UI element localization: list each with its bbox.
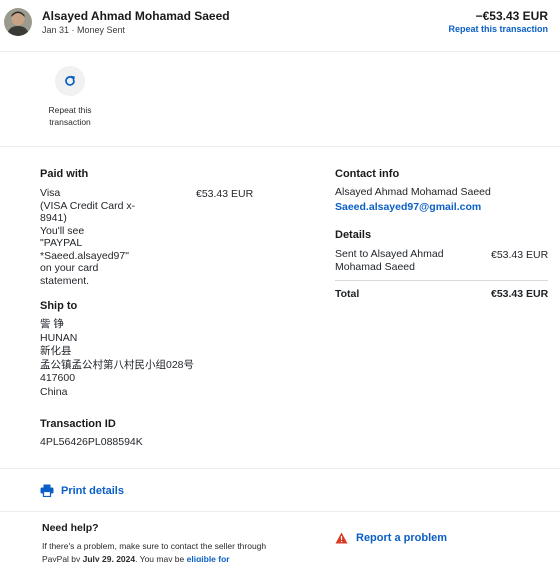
shipping-address: 訾 铮 HUNAN 新化县 孟公镇孟公村第八村民小组028号 417600 Ch… [40, 318, 195, 398]
printer-icon [40, 484, 54, 497]
total-divider [335, 280, 548, 281]
repeat-transaction-button[interactable]: Repeat this transaction [40, 66, 100, 128]
transaction-amount: −€53.43 EUR [475, 9, 548, 23]
contact-info-title: Contact info [335, 168, 400, 180]
warning-icon [335, 532, 348, 544]
contact-name: Alsayed Ahmad Mohamad Saeed [335, 186, 491, 198]
print-details-button[interactable]: Print details [40, 484, 124, 497]
repeat-button-circle[interactable] [55, 66, 85, 96]
transaction-subtitle: Jan 31 · Money Sent [42, 25, 126, 35]
contact-email-link[interactable]: Saeed.alsayed97@gmail.com [335, 201, 481, 214]
help-text: If there's a problem, make sure to conta… [42, 540, 272, 562]
ship-to-title: Ship to [40, 300, 78, 312]
paid-amount: €53.43 EUR [196, 188, 254, 200]
divider [0, 511, 560, 512]
report-problem-label: Report a problem [356, 532, 448, 544]
total-amount: €53.43 EUR [491, 288, 549, 300]
eligible-for-link[interactable]: eligible for [187, 554, 230, 562]
sent-to-description: Sent to Alsayed Ahmad Mohamad Saeed [335, 248, 444, 273]
sent-amount: €53.43 EUR [491, 249, 549, 261]
help-deadline: July 29, 2024 [82, 553, 136, 562]
transaction-id-title: Transaction ID [40, 418, 116, 430]
details-title: Details [335, 229, 372, 241]
divider [0, 146, 560, 147]
repeat-transaction-link[interactable]: Repeat this transaction [448, 24, 548, 34]
divider [0, 468, 560, 469]
help-text-after: . You may be [135, 553, 187, 562]
total-label: Total [335, 288, 360, 300]
repeat-label-line1: Repeat this [48, 105, 92, 115]
counterparty-name: Alsayed Ahmad Mohamad Saeed [42, 9, 230, 23]
avatar [4, 8, 32, 36]
repeat-label-line2: transaction [49, 117, 91, 127]
refresh-icon [65, 75, 75, 86]
report-problem-button[interactable]: Report a problem [335, 532, 447, 544]
need-help-title: Need help? [42, 522, 99, 534]
print-details-label: Print details [61, 484, 124, 497]
person-photo-icon [4, 8, 32, 36]
payment-method-description: Visa (VISA Credit Card x- 8941) You'll s… [40, 187, 136, 287]
transaction-id: 4PL56426PL088594K [40, 436, 143, 448]
repeat-button-label: Repeat this transaction [40, 104, 100, 128]
transaction-header: Alsayed Ahmad Mohamad Saeed Jan 31 · Mon… [0, 0, 560, 52]
paid-with-title: Paid with [40, 168, 89, 180]
